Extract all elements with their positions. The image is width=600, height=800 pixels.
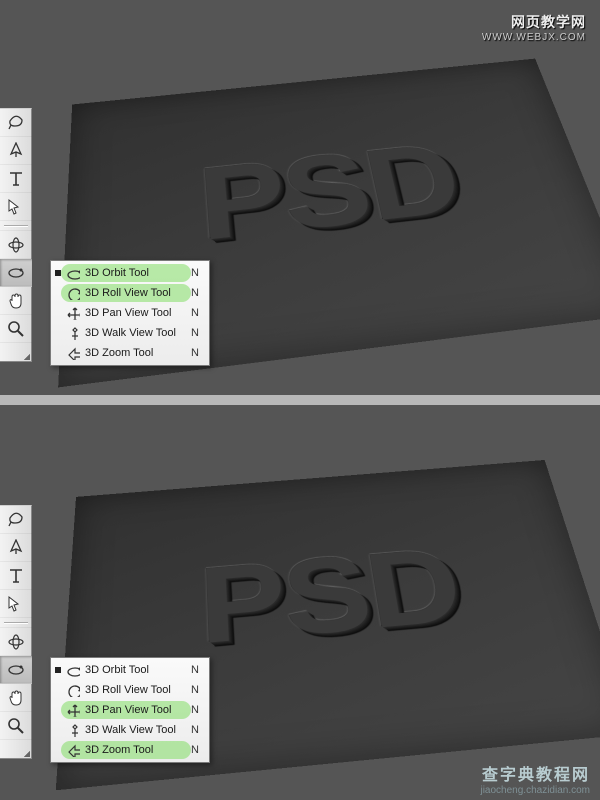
flyout-item-orbit[interactable]: 3D Orbit Tool N [51, 660, 209, 680]
lasso-tool[interactable] [0, 506, 32, 534]
orbit-icon [65, 266, 81, 280]
flyout-item-label: 3D Walk View Tool [85, 327, 179, 339]
flyout-item-shortcut: N [191, 744, 199, 756]
pen-tool[interactable] [0, 534, 32, 562]
flyout-item-shortcut: N [191, 684, 199, 696]
flyout-item-label: 3D Walk View Tool [85, 724, 179, 736]
tool-divider [0, 618, 32, 628]
flyout-item-label: 3D Roll View Tool [85, 684, 179, 696]
flyout-item-label: 3D Zoom Tool [85, 744, 179, 756]
flyout-item-roll[interactable]: 3D Roll View Tool N [51, 283, 209, 303]
zoom-tool[interactable] [0, 712, 32, 740]
flyout-item-shortcut: N [191, 724, 199, 736]
zoom3d-icon [65, 743, 81, 757]
3d-camera-tool-flyout: 3D Orbit ToolN3D Roll View ToolN3D Pan V… [50, 657, 210, 763]
walk-icon [65, 723, 81, 737]
flyout-item-orbit[interactable]: 3D Orbit Tool N [51, 263, 209, 283]
3d-camera-tool-flyout: 3D Orbit ToolN3D Roll View ToolN3D Pan V… [50, 260, 210, 366]
flyout-item-shortcut: N [191, 664, 199, 676]
flyout-item-label: 3D Pan View Tool [85, 704, 179, 716]
current-tool-marker [55, 270, 61, 276]
flyout-item-pan[interactable]: 3D Pan View Tool N [51, 700, 209, 720]
hand-tool[interactable] [0, 287, 32, 315]
current-tool-marker [55, 667, 61, 673]
flyout-item-label: 3D Roll View Tool [85, 287, 179, 299]
hand-tool[interactable] [0, 684, 32, 712]
watermark-webjx: 网页教学网 WWW.WEBJX.COM [482, 12, 586, 43]
roll-icon [65, 683, 81, 697]
zoom3d-icon [65, 346, 81, 360]
flyout-item-label: 3D Zoom Tool [85, 347, 179, 359]
type-tool[interactable] [0, 562, 32, 590]
flyout-item-roll[interactable]: 3D Roll View Tool N [51, 680, 209, 700]
orbit-icon [65, 663, 81, 677]
flyout-item-pan[interactable]: 3D Pan View Tool N [51, 303, 209, 323]
3d-text-object: PSD [195, 122, 472, 265]
screenshot-bottom: PSD 3D Orbit ToolN3D Roll View ToolN3D P… [0, 405, 600, 800]
watermark-chazidian: 查字典教程网 jiaocheng.chazidian.com [480, 761, 590, 796]
type-tool[interactable] [0, 165, 32, 193]
tool-palette [0, 505, 32, 759]
flyout-item-shortcut: N [191, 347, 199, 359]
pan-icon [65, 306, 81, 320]
zoom-tool[interactable] [0, 315, 32, 343]
tool-divider [0, 221, 32, 231]
3d-orbit-tool[interactable] [0, 656, 32, 684]
watermark-line1: 查字典教程网 [480, 761, 590, 785]
flyout-item-shortcut: N [191, 287, 199, 299]
flyout-item-shortcut: N [191, 267, 199, 279]
walk-icon [65, 326, 81, 340]
flyout-item-label: 3D Pan View Tool [85, 307, 179, 319]
watermark-line2: WWW.WEBJX.COM [482, 32, 586, 43]
path-select-tool[interactable] [0, 193, 32, 221]
pan-icon [65, 703, 81, 717]
screenshot-top: PSD 网页教学网 WWW.WEBJX.COM 3D Orbit ToolN3D… [0, 0, 600, 395]
flyout-item-walk[interactable]: 3D Walk View Tool N [51, 323, 209, 343]
3d-orbit-tool[interactable] [0, 259, 32, 287]
flyout-item-zoom3d[interactable]: 3D Zoom Tool N [51, 343, 209, 363]
flyout-item-shortcut: N [191, 704, 199, 716]
lasso-tool[interactable] [0, 109, 32, 137]
3d-rotate-tool[interactable] [0, 231, 32, 259]
pen-tool[interactable] [0, 137, 32, 165]
flyout-item-shortcut: N [191, 327, 199, 339]
flyout-item-walk[interactable]: 3D Walk View Tool N [51, 720, 209, 740]
flyout-item-label: 3D Orbit Tool [85, 267, 179, 279]
flyout-item-shortcut: N [191, 307, 199, 319]
flyout-item-zoom3d[interactable]: 3D Zoom Tool N [51, 740, 209, 760]
3d-rotate-tool[interactable] [0, 628, 32, 656]
watermark-line2: jiaocheng.chazidian.com [480, 785, 590, 796]
watermark-line1: 网页教学网 [482, 12, 586, 32]
3d-text-object: PSD [197, 525, 470, 669]
flyout-item-label: 3D Orbit Tool [85, 664, 179, 676]
roll-icon [65, 286, 81, 300]
path-select-tool[interactable] [0, 590, 32, 618]
tool-palette [0, 108, 32, 362]
